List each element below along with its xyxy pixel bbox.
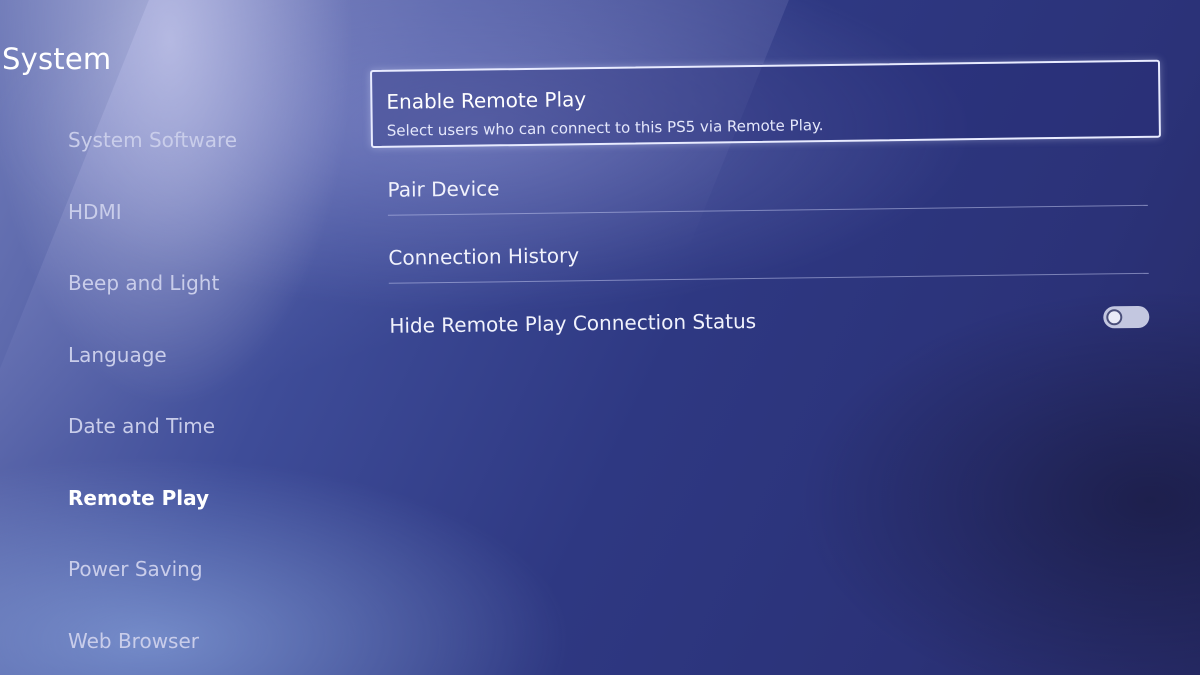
enable-remote-play-row[interactable]: Enable Remote Play Select users who can … bbox=[370, 59, 1161, 148]
settings-panel: Enable Remote Play Select users who can … bbox=[370, 59, 1164, 352]
hide-connection-status-row[interactable]: Hide Remote Play Connection Status bbox=[389, 274, 1150, 352]
toggle-knob bbox=[1106, 309, 1123, 326]
hide-connection-status-label: Hide Remote Play Connection Status bbox=[389, 308, 757, 338]
sidebar-item-beep-and-light[interactable]: Beep and Light bbox=[68, 271, 328, 343]
connection-history-row[interactable]: Connection History bbox=[387, 205, 1149, 284]
sidebar-item-system-software[interactable]: System Software bbox=[68, 128, 328, 200]
page-title: System bbox=[2, 42, 112, 76]
sidebar-item-remote-play[interactable]: Remote Play bbox=[68, 486, 328, 558]
hide-connection-status-toggle[interactable] bbox=[1103, 305, 1150, 329]
connection-history-label: Connection History bbox=[388, 243, 580, 270]
sidebar-item-date-and-time[interactable]: Date and Time bbox=[68, 414, 328, 486]
sidebar-item-hdmi[interactable]: HDMI bbox=[68, 200, 328, 272]
enable-remote-play-label: Enable Remote Play bbox=[386, 87, 587, 114]
pair-device-row[interactable]: Pair Device bbox=[387, 137, 1148, 216]
sidebar-item-language[interactable]: Language bbox=[68, 343, 328, 415]
sidebar-item-web-browser[interactable]: Web Browser bbox=[68, 629, 328, 675]
sidebar: System Software HDMI Beep and Light Lang… bbox=[68, 128, 328, 675]
pair-device-label: Pair Device bbox=[387, 176, 500, 202]
sidebar-item-power-saving[interactable]: Power Saving bbox=[68, 557, 328, 629]
enable-remote-play-description: Select users who can connect to this PS5… bbox=[386, 116, 824, 140]
